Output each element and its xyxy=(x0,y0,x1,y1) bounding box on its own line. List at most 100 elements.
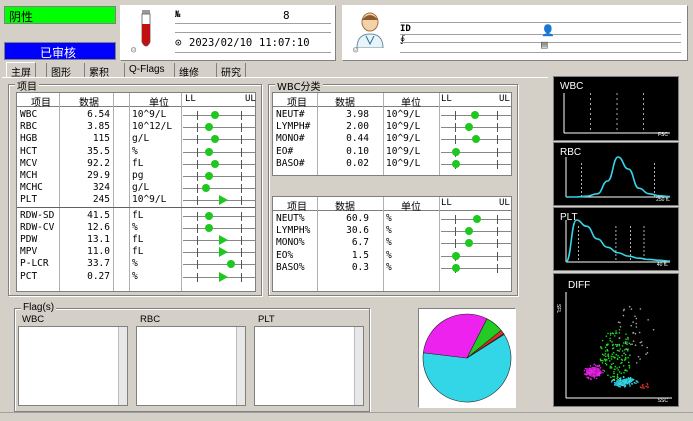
row-unit: fL xyxy=(132,246,144,258)
scatter-point xyxy=(622,309,625,312)
scatter-point xyxy=(610,358,613,360)
range-axis xyxy=(441,243,511,245)
range-marker-triangle xyxy=(218,195,228,206)
range-limit-tick xyxy=(455,215,456,224)
wbc-abs-hdr-ul: UL xyxy=(499,94,510,104)
row-unit: pg xyxy=(132,170,144,181)
scatter-point xyxy=(639,358,641,360)
scatter-point xyxy=(610,363,613,366)
row-unit: % xyxy=(386,213,392,224)
scatter-point xyxy=(609,337,611,340)
flag-rbc-box[interactable] xyxy=(136,326,246,406)
table-row: MONO% 6.7% xyxy=(273,237,511,249)
row-unit: % xyxy=(386,249,392,261)
range-marker-dot xyxy=(204,211,213,220)
row-value: 0.3 xyxy=(351,261,369,273)
tab-graph[interactable]: 图形 xyxy=(46,63,75,79)
range-limit-tick xyxy=(497,147,498,157)
range-limit-tick xyxy=(240,248,242,258)
scatter-point xyxy=(599,367,602,369)
scatter-point xyxy=(604,350,607,352)
flag-plt-scrollbar[interactable] xyxy=(354,327,363,405)
range-axis xyxy=(183,127,255,129)
row-name: MCH xyxy=(20,170,38,181)
rbc-histogram: RBC 250 fL xyxy=(553,142,679,206)
range-limit-tick xyxy=(455,135,456,145)
patient-id-label: ID xyxy=(400,24,411,34)
scatter-point xyxy=(622,314,625,317)
table-row: WBC 6.54 10^9/L xyxy=(17,109,255,121)
tab-cumulative[interactable]: 累积 xyxy=(84,63,113,79)
scatter-point xyxy=(618,366,621,369)
review-status-text: 已审核 xyxy=(40,46,77,60)
row-name: MCHC xyxy=(20,182,43,194)
scatter-point xyxy=(618,350,620,352)
scatter-point xyxy=(628,383,631,385)
scatter-point xyxy=(624,342,627,345)
scatter-point xyxy=(618,343,621,346)
table-row: EO# 0.10 10^9/L xyxy=(273,146,511,158)
range-axis xyxy=(183,176,255,177)
scatter-point xyxy=(645,353,647,355)
row-name: NEUT# xyxy=(276,109,305,120)
tab-main[interactable]: 主屏 xyxy=(6,62,36,79)
wbc-abs-hdr-value: 数据 xyxy=(335,98,355,109)
range-limit-tick xyxy=(240,147,242,157)
scatter-point xyxy=(630,324,633,327)
wbc-pct-hdr-ul: UL xyxy=(499,198,510,208)
range-limit-tick xyxy=(240,196,242,206)
scatter-point xyxy=(626,349,629,352)
scatter-point xyxy=(628,364,631,367)
scatter-point xyxy=(617,355,619,357)
diff-plot-xlabel: SSC xyxy=(657,398,668,404)
flag-rbc-scrollbar[interactable] xyxy=(236,327,245,405)
range-limit-tick xyxy=(497,239,498,249)
row-name: PDW xyxy=(20,234,38,245)
scatter-point xyxy=(632,332,634,334)
row-value: 13.1 xyxy=(87,234,110,245)
scatter-point xyxy=(620,372,623,375)
row-value: 115 xyxy=(92,133,110,145)
table-row: MCHC 324 g/L xyxy=(17,182,255,194)
row-unit: 10^9/L xyxy=(386,133,421,145)
tab-maintenance[interactable]: 维修 xyxy=(174,63,203,79)
scatter-point xyxy=(632,321,634,323)
scatter-point xyxy=(611,379,614,382)
range-axis xyxy=(441,231,511,233)
wbc-group-title: WBC分类 xyxy=(275,78,323,93)
range-axis xyxy=(183,188,255,190)
tab-qflags[interactable]: Q-Flags xyxy=(124,63,169,78)
card-icon: ▤ xyxy=(541,38,548,51)
rbc-plot-svg xyxy=(565,156,671,198)
row-value: 0.44 xyxy=(346,133,369,145)
scatter-point xyxy=(596,365,598,368)
scatter-point xyxy=(616,375,619,378)
scatter-point xyxy=(607,357,610,359)
range-limit-tick xyxy=(455,227,456,237)
row-unit: 10^9/L xyxy=(386,145,421,157)
scatter-point xyxy=(611,355,613,358)
row-unit: fL xyxy=(132,209,144,221)
tab-research[interactable]: 研究 xyxy=(216,63,246,79)
row-value: 30.6 xyxy=(346,225,369,237)
plt-plot-svg xyxy=(565,219,671,263)
flag-wbc-scrollbar[interactable] xyxy=(118,327,127,405)
scatter-point xyxy=(614,365,617,368)
scatter-point xyxy=(635,317,638,320)
range-marker-dot xyxy=(452,263,461,272)
scatter-point xyxy=(604,355,607,358)
range-limit-tick xyxy=(197,135,199,145)
row-value: 0.27 xyxy=(87,270,110,282)
flag-plt-label: PLT xyxy=(258,314,275,325)
scatter-point xyxy=(604,360,607,362)
scatter-point xyxy=(617,369,619,371)
sample-time: 11:07:10 xyxy=(259,37,310,49)
row-value: 3.98 xyxy=(346,109,369,120)
wbc-plot-svg xyxy=(563,93,670,134)
scatter-point xyxy=(608,360,611,362)
flag-wbc-box[interactable] xyxy=(18,326,128,406)
flag-plt-box[interactable] xyxy=(254,326,364,406)
scatter-point xyxy=(603,358,606,361)
scatter-point xyxy=(604,346,607,349)
flags-group-title: Flag(s) xyxy=(21,302,57,313)
